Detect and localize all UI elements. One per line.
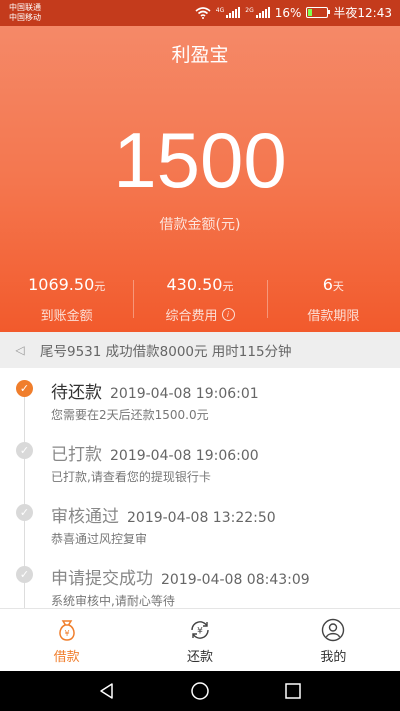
tab-label: 还款 xyxy=(186,650,213,665)
signal-icon: 2G xyxy=(245,7,270,18)
stat-unit: 天 xyxy=(332,280,344,293)
stat-fees[interactable]: 430.50元 综合费用 i xyxy=(133,274,266,324)
nav-home-icon[interactable] xyxy=(190,681,210,701)
timeline-time: 2019-04-08 13:22:50 xyxy=(127,510,276,526)
timeline-desc: 恭喜通过风控复审 xyxy=(51,532,148,546)
stat-term: 6天 借款期限 xyxy=(266,274,400,324)
repay-cycle-icon: ¥ xyxy=(191,621,209,639)
svg-text:¥: ¥ xyxy=(197,627,203,637)
timeline-desc: 系统审核中,请耐心等待 xyxy=(51,594,175,608)
network-type-1: 4G xyxy=(215,7,225,14)
status-timeline: ✓ 待还款 2019-04-08 19:06:01 您需要在2天后还款1500.0… xyxy=(0,368,400,608)
tab-label: 我的 xyxy=(320,650,347,665)
stat-unit: 元 xyxy=(222,280,234,293)
signal-icon: 4G xyxy=(215,7,241,18)
status-bar: 中国联通 中国移动 4G 2G 16% 半夜12:43 xyxy=(0,0,400,26)
loan-amount: 1500 xyxy=(113,116,287,204)
svg-text:¥: ¥ xyxy=(64,629,69,638)
bottom-tab-bar: ¥ 借款 ¥ 还款 我的 xyxy=(0,608,400,672)
carrier-1: 中国联通 xyxy=(9,3,41,12)
stat-value: 430.50 xyxy=(166,275,223,294)
nav-recents-icon[interactable] xyxy=(283,681,303,701)
tab-loan[interactable]: ¥ 借款 xyxy=(0,609,133,672)
tab-mine[interactable]: 我的 xyxy=(267,609,400,672)
user-profile-icon xyxy=(322,618,345,642)
stat-received: 1069.50元 到账金额 xyxy=(0,274,133,324)
loan-stats: 1069.50元 到账金额 430.50元 综合费用 i 6天 借款期限 xyxy=(0,274,400,324)
check-icon: ✓ xyxy=(16,566,33,583)
timeline-title: 申请提交成功 xyxy=(51,569,153,589)
status-time: 半夜12:43 xyxy=(333,6,392,20)
battery-percent: 16% xyxy=(274,5,302,20)
loan-bag-icon: ¥ xyxy=(58,620,75,641)
tab-repay[interactable]: ¥ 还款 xyxy=(133,609,266,672)
check-icon: ✓ xyxy=(16,442,33,459)
loan-amount-label: 借款金额(元) xyxy=(159,217,241,233)
battery-icon xyxy=(306,7,331,18)
stat-unit: 元 xyxy=(94,280,106,293)
notice-text: 尾号9531 成功借款8000元 用时115分钟 xyxy=(40,344,292,360)
timeline-time: 2019-04-08 19:06:01 xyxy=(110,386,259,402)
timeline-title: 已打款 xyxy=(51,445,102,465)
system-nav-bar xyxy=(0,671,400,711)
header-banner: 中国联通 中国移动 4G 2G 16% 半夜12:43 利盈宝 1500 借款金… xyxy=(0,0,400,332)
carrier-2: 中国移动 xyxy=(9,13,41,22)
timeline-title: 待还款 xyxy=(51,383,102,403)
timeline-title: 审核通过 xyxy=(51,507,119,527)
timeline-time: 2019-04-08 08:43:09 xyxy=(161,572,310,588)
check-icon: ✓ xyxy=(16,380,33,397)
page-title: 利盈宝 xyxy=(171,44,229,66)
check-icon: ✓ xyxy=(16,504,33,521)
timeline-desc: 您需要在2天后还款1500.0元 xyxy=(51,408,209,422)
speaker-icon: ◁ xyxy=(15,343,25,357)
timeline-desc: 已打款,请查看您的提现银行卡 xyxy=(51,470,211,484)
nav-back-icon[interactable] xyxy=(97,681,117,701)
stat-value: 6 xyxy=(322,275,333,294)
notice-bar: ◁ 尾号9531 成功借款8000元 用时115分钟 xyxy=(0,332,400,368)
carrier-labels: 中国联通 中国移动 xyxy=(9,3,41,23)
stat-label: 借款期限 xyxy=(307,309,360,324)
info-icon[interactable]: i xyxy=(221,308,235,321)
stat-value: 1069.50 xyxy=(28,275,95,294)
wifi-icon xyxy=(195,6,211,19)
network-type-2: 2G xyxy=(245,7,254,14)
stat-label: 综合费用 xyxy=(165,309,218,324)
timeline-time: 2019-04-08 19:06:00 xyxy=(110,448,259,464)
tab-label: 借款 xyxy=(53,650,80,665)
stat-label: 到账金额 xyxy=(40,309,93,324)
status-indicators: 4G 2G 16% 半夜12:43 xyxy=(195,4,392,21)
